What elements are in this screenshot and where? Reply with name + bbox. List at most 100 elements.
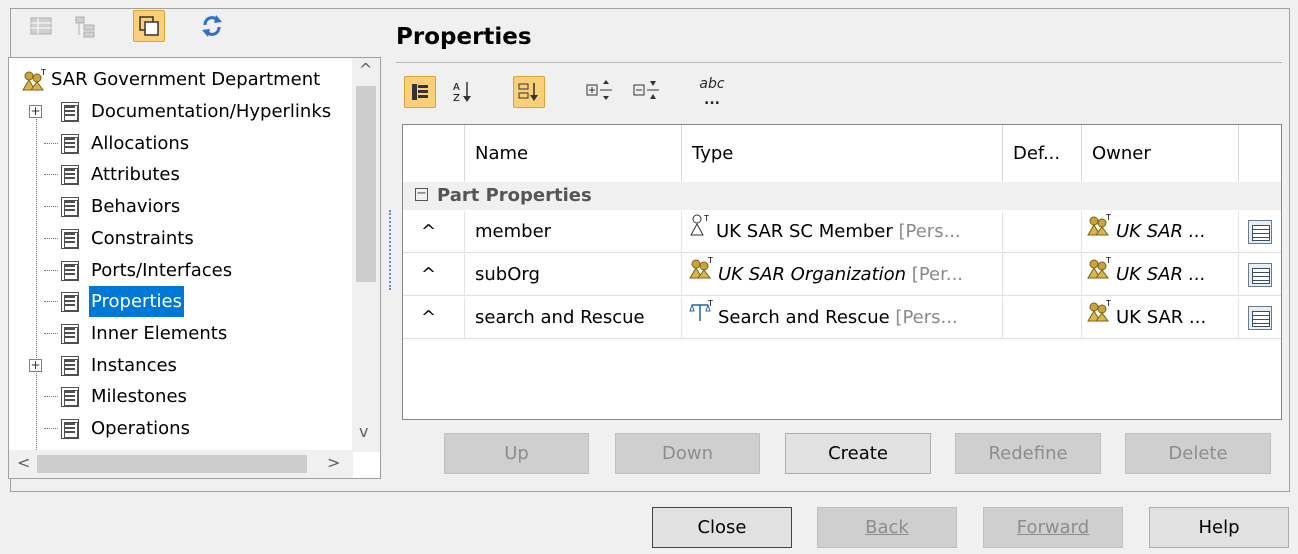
row-marker: ^ [403, 254, 465, 296]
tree-connector [44, 428, 58, 429]
type-cell[interactable]: T UK SAR Organization [Per... [682, 254, 1003, 296]
back-button[interactable]: Back [817, 507, 957, 548]
expand-icon[interactable]: + [29, 358, 42, 372]
forward-button[interactable]: Forward [983, 507, 1123, 548]
tree-vertical-scrollbar[interactable]: ^ v [352, 58, 380, 452]
name-cell[interactable]: subOrg [465, 254, 682, 296]
sort-category-icon[interactable] [513, 76, 545, 108]
tree-root[interactable]: T SAR Government Department [9, 64, 349, 95]
tree-item-label: Inner Elements [91, 322, 228, 344]
properties-table[interactable]: Name Type Def... Owner − Part Properties… [402, 124, 1282, 420]
tree-connector [44, 396, 58, 398]
down-button[interactable]: Down [615, 433, 760, 474]
column-header-name[interactable]: Name [465, 125, 682, 182]
table-row[interactable]: ^ search and Rescue T Search and Rescue [Pe… [403, 297, 1281, 339]
column-header-default[interactable]: Def... [1003, 125, 1082, 182]
tree-item[interactable]: + Documentation/Hyperlinks [9, 96, 349, 127]
column-header-marker [403, 125, 465, 182]
tree-item[interactable]: Behaviors [9, 191, 349, 222]
tree-item-label: Behaviors [91, 196, 181, 218]
collapse-icon[interactable]: − [415, 187, 428, 201]
name-cell[interactable]: search and Rescue [465, 297, 682, 339]
up-button[interactable]: Up [444, 433, 589, 474]
tree-item[interactable]: Attributes [9, 159, 349, 190]
abc-options-icon[interactable]: abc... [696, 76, 728, 108]
tree-item-label: Operations [91, 418, 190, 439]
tree-connector [44, 206, 58, 208]
type-stereotype: [Pers... [898, 221, 961, 242]
table-view-icon[interactable] [26, 10, 58, 42]
expand-icon[interactable]: + [29, 105, 42, 118]
organization-icon: T [1086, 211, 1112, 253]
create-button[interactable]: Create [785, 433, 931, 474]
collapse-all-icon[interactable] [630, 76, 662, 108]
table-row[interactable]: ^ member T UK SAR SC Member [Pers... T UK SAR… [403, 211, 1281, 253]
window-toggle-icon[interactable] [133, 10, 165, 42]
name-cell[interactable]: member [465, 211, 682, 253]
type-cell[interactable]: T UK SAR SC Member [Pers... [682, 211, 1003, 253]
tree-item-label: Ports/Interfaces [91, 259, 233, 281]
tree-item-label: Instances [91, 354, 177, 376]
svg-text:T: T [40, 68, 46, 77]
tree-item[interactable]: Operations [9, 413, 349, 444]
tree-item[interactable]: Properties [9, 286, 349, 318]
owner-cell[interactable]: T UK SAR ... [1082, 254, 1239, 296]
owner-name: UK SAR ... [1116, 307, 1207, 328]
refresh-icon[interactable] [196, 10, 228, 42]
specification-icon[interactable] [1248, 263, 1272, 287]
document-icon [61, 197, 79, 218]
document-icon [61, 292, 79, 313]
owner-cell[interactable]: T UK SAR ... [1082, 211, 1239, 253]
scrollbar-thumb[interactable] [356, 86, 376, 282]
group-by-icon[interactable] [404, 76, 436, 108]
help-button[interactable]: Help [1149, 507, 1289, 548]
tree-item[interactable]: + Instances [9, 350, 349, 381]
scroll-right-icon[interactable]: > [327, 453, 340, 472]
expand-all-icon[interactable] [583, 76, 615, 108]
panel-splitter[interactable] [389, 210, 391, 290]
back-button-label: Back [865, 517, 909, 538]
default-cell[interactable] [1003, 254, 1082, 296]
table-row[interactable]: ^ subOrg T UK SAR Organization [Per... T UK S… [403, 254, 1281, 296]
tree-view-icon[interactable] [70, 10, 102, 42]
tree-item[interactable]: Milestones [9, 381, 349, 412]
ellipsis-glyph: ... [704, 92, 720, 108]
owner-name: UK SAR ... [1116, 221, 1206, 242]
organization-icon: T [1086, 297, 1112, 339]
tree-item[interactable]: Allocations [9, 128, 349, 159]
redefine-button[interactable]: Redefine [955, 433, 1101, 474]
tree-connector [44, 301, 58, 303]
delete-button[interactable]: Delete [1125, 433, 1271, 474]
column-header-type[interactable]: Type [682, 125, 1003, 182]
scroll-up-icon[interactable]: ^ [359, 60, 372, 79]
row-marker: ^ [403, 297, 465, 339]
type-cell[interactable]: T Search and Rescue [Pers... [682, 297, 1003, 339]
tree-item-label: Milestones [91, 386, 187, 408]
tree-item-label: Documentation/Hyperlinks [91, 101, 332, 122]
owner-cell[interactable]: T UK SAR ... [1082, 297, 1239, 339]
default-cell[interactable] [1003, 211, 1082, 253]
group-row[interactable]: − Part Properties [403, 182, 1281, 210]
element-tree[interactable]: T SAR Government Department + Documentati… [8, 57, 381, 479]
column-header-owner[interactable]: Owner [1082, 125, 1239, 182]
type-name: UK SAR Organization [718, 264, 907, 285]
capability-icon: T [688, 297, 714, 339]
specification-icon[interactable] [1248, 306, 1272, 330]
specification-icon[interactable] [1248, 220, 1272, 244]
scrollbar-thumb[interactable] [37, 455, 307, 473]
document-icon [61, 419, 79, 439]
tree-item[interactable]: Constraints [9, 223, 349, 254]
default-cell[interactable] [1003, 297, 1082, 339]
close-button[interactable]: Close [652, 507, 792, 548]
scroll-down-icon[interactable]: v [359, 422, 368, 441]
svg-text:T: T [1105, 256, 1111, 265]
sort-alpha-icon[interactable]: AZ [448, 76, 480, 108]
document-icon [61, 102, 79, 122]
document-icon [61, 133, 79, 154]
tree-horizontal-scrollbar[interactable]: < > [9, 450, 353, 478]
scroll-left-icon[interactable]: < [17, 453, 30, 472]
tree-item[interactable]: Ports/Interfaces [9, 255, 349, 286]
tree-connector [44, 269, 58, 271]
tree-item-label: Properties [89, 286, 184, 318]
tree-item[interactable]: Inner Elements [9, 318, 349, 349]
